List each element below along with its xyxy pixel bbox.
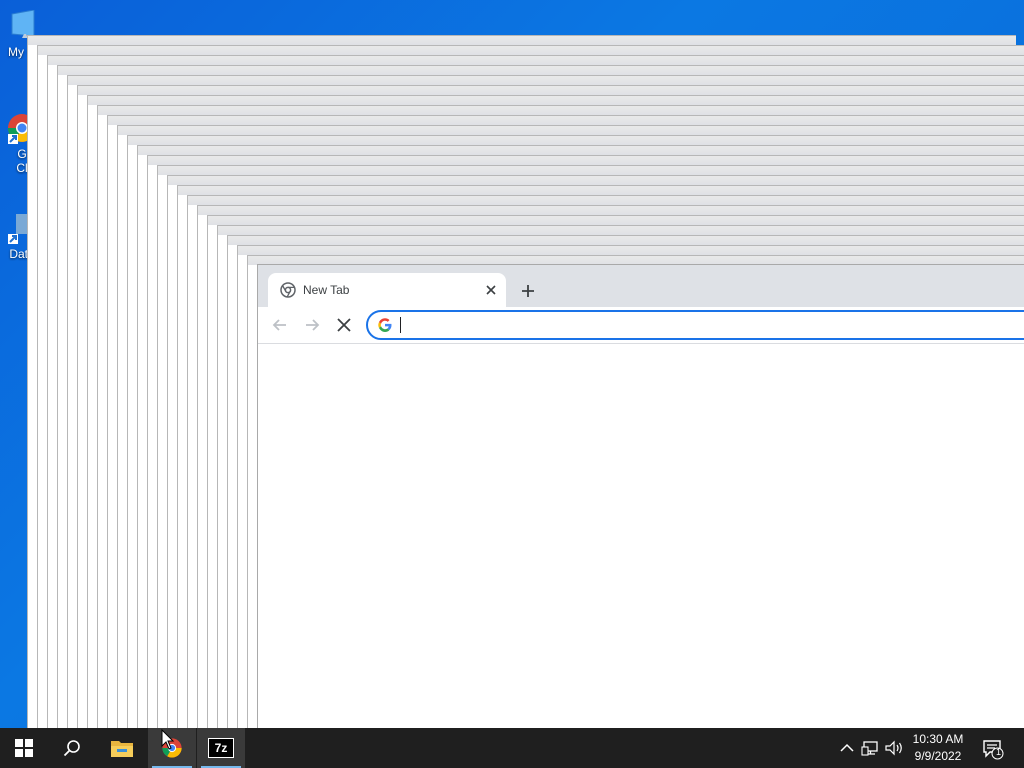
omnibox[interactable]: [366, 310, 1024, 340]
network-icon[interactable]: [861, 738, 881, 758]
taskbar-7zip[interactable]: 7z: [197, 728, 245, 768]
start-button[interactable]: [0, 728, 48, 768]
clock-date: 9/9/2022: [914, 749, 962, 763]
7zip-icon: 7z: [208, 738, 234, 758]
search-icon: [63, 740, 80, 757]
mouse-cursor-icon: [161, 729, 175, 750]
show-hidden-icons-icon[interactable]: [837, 738, 857, 758]
action-center-button[interactable]: 1: [982, 738, 1004, 760]
tab-strip: New Tab: [258, 265, 1024, 307]
chrome-favicon-icon: [280, 282, 296, 298]
back-icon[interactable]: [270, 315, 290, 335]
forward-icon[interactable]: [302, 315, 322, 335]
start-icon: [15, 739, 33, 757]
tab-new-tab[interactable]: New Tab: [268, 273, 506, 307]
stop-loading-icon[interactable]: [334, 315, 354, 335]
text-caret: [400, 317, 401, 333]
browser-toolbar: [258, 307, 1024, 344]
file-explorer-icon: [111, 741, 133, 757]
close-tab-icon[interactable]: [482, 281, 500, 299]
tab-title: New Tab: [303, 283, 350, 297]
volume-icon[interactable]: [884, 738, 904, 758]
clock-time: 10:30 AM: [912, 732, 964, 746]
clock[interactable]: 10:30 AM 9/9/2022: [906, 731, 970, 765]
7zip-label: 7z: [214, 741, 228, 755]
taskbar-file-explorer[interactable]: [98, 728, 146, 768]
chrome-window: New Tab: [257, 264, 1024, 728]
notification-count: 1: [995, 747, 1001, 757]
search-button[interactable]: [48, 728, 96, 768]
address-bar-input[interactable]: [398, 315, 1002, 337]
desktop: My C G Cl Data New Tab: [0, 0, 1024, 728]
new-tab-icon[interactable]: [518, 281, 538, 301]
google-g-icon: [378, 318, 392, 332]
taskbar: 7z 10:30 AM 9/9/2022 1: [0, 728, 1024, 768]
